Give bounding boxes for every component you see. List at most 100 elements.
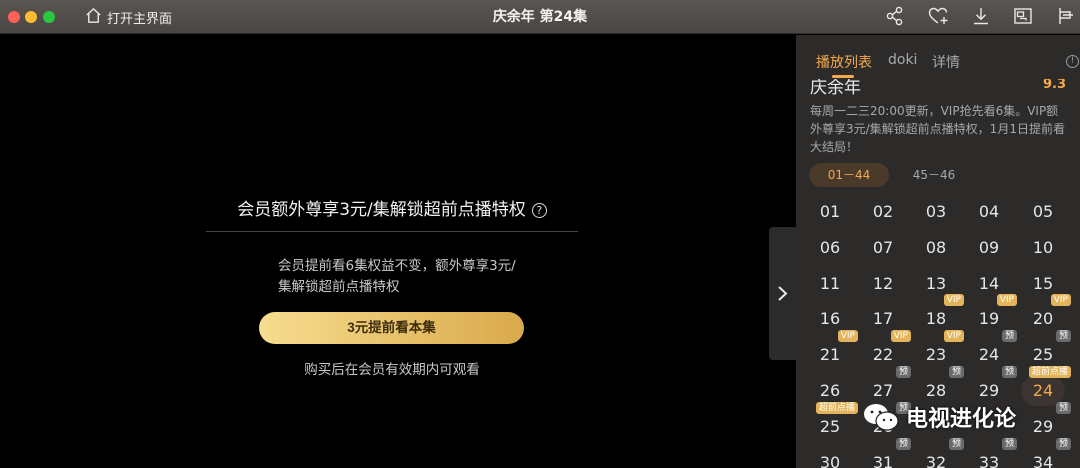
episode-number: 16: [819, 309, 841, 329]
episode-item[interactable]: 34 预: [1021, 437, 1071, 468]
tab-details[interactable]: 详情: [932, 52, 960, 72]
episode-number: 10: [1032, 237, 1054, 257]
episode-number: 05: [1032, 202, 1054, 221]
episode-item[interactable]: 03: [914, 197, 958, 227]
episode-number: 25: [1032, 345, 1054, 365]
minimize-window-button[interactable]: [25, 11, 37, 23]
episode-item[interactable]: 06: [808, 233, 852, 263]
favorite-add-icon[interactable]: [927, 5, 949, 27]
episode-item[interactable]: 30: [808, 448, 852, 468]
episode-number: 23: [925, 345, 947, 365]
preview-badge: 预: [1055, 330, 1071, 343]
title-bar: 打开主界面 庆余年 第24集: [0, 0, 1080, 34]
episode-number: 20: [1032, 309, 1054, 329]
episode-number: 29: [978, 381, 1000, 400]
episode-item[interactable]: 07: [861, 233, 905, 263]
episode-item[interactable]: 12: [861, 269, 905, 299]
episode-number: 12: [872, 273, 894, 293]
episode-number: 34: [1032, 452, 1054, 468]
paywall-title-text: 会员额外尊享3元/集解锁超前点播特权: [237, 200, 526, 220]
preview-badge: 预: [948, 437, 964, 450]
episode-number: 25: [819, 416, 841, 436]
episode-number: 15: [1032, 273, 1054, 293]
episode-item[interactable]: 09: [967, 233, 1011, 263]
episode-item[interactable]: 02: [861, 197, 905, 227]
episode-range-01-44[interactable]: 01－44: [809, 163, 889, 187]
tab-doki[interactable]: doki: [888, 52, 917, 68]
close-window-button[interactable]: [8, 11, 20, 23]
preview-badge: 预: [948, 366, 964, 378]
purchase-note: 购买后在会员有效期内可观看: [304, 362, 480, 378]
preview-badge: 预: [895, 366, 911, 378]
episode-item[interactable]: 05: [1021, 197, 1065, 227]
picture-in-picture-icon[interactable]: [1012, 5, 1034, 27]
episode-number: 03: [925, 202, 947, 221]
episode-number: 22: [872, 345, 894, 365]
download-icon[interactable]: [970, 5, 992, 27]
episode-item[interactable]: 10: [1021, 233, 1065, 263]
vip-badge: VIP: [996, 294, 1017, 307]
open-main-window-button[interactable]: 打开主界面: [84, 6, 172, 28]
episode-number: 26: [819, 381, 841, 400]
video-player[interactable]: 会员额外尊享3元/集解锁超前点播特权? 会员提前看6集权益不变，额外尊享3元/集…: [0, 35, 796, 468]
episode-number: 26: [872, 416, 894, 436]
share-icon[interactable]: [884, 5, 906, 27]
preview-badge: 预: [1001, 330, 1017, 343]
episode-number: 09: [978, 237, 1000, 257]
help-icon[interactable]: ?: [531, 203, 547, 218]
episode-item[interactable]: 25 超前点播: [808, 401, 858, 442]
zoom-window-button[interactable]: [43, 11, 55, 23]
episode-item[interactable]: 32 预: [914, 437, 964, 468]
episode-item[interactable]: 08: [914, 233, 958, 263]
chevron-right-icon: [778, 286, 788, 301]
preview-badge: 预: [895, 437, 911, 450]
episode-item[interactable]: 31 预: [861, 437, 911, 468]
episode-number: 21: [819, 345, 841, 365]
episode-number: 31: [872, 452, 894, 468]
episode-item[interactable]: 11: [808, 269, 852, 299]
active-tab-indicator: [832, 75, 854, 78]
episode-number: 27: [872, 381, 894, 400]
vip-badge: VIP: [890, 330, 911, 343]
episode-item[interactable]: 04: [967, 197, 1011, 227]
episode-number: 02: [872, 202, 894, 221]
episode-number: 14: [978, 273, 1000, 293]
preview-badge: 预: [1001, 437, 1017, 450]
pay-watch-episode-button[interactable]: 3元提前看本集: [259, 312, 524, 344]
episode-number: 24: [1032, 381, 1054, 400]
vip-badge: VIP: [943, 330, 964, 343]
episode-number: 28: [925, 381, 947, 400]
episode-number: 11: [819, 273, 841, 293]
episode-item[interactable]: 33 预: [967, 437, 1017, 468]
episode-item[interactable]: 28 预: [914, 366, 964, 406]
episode-item[interactable]: 21 VIP: [808, 330, 858, 370]
paywall-description: 会员提前看6集权益不变，额外尊享3元/集解锁超前点播特权: [278, 258, 516, 295]
preview-badge: 预: [1055, 401, 1071, 414]
episode-number: 32: [925, 452, 947, 468]
info-icon[interactable]: !: [1066, 55, 1079, 68]
preview-badge: 预: [895, 401, 911, 414]
vip-badge: VIP: [1050, 294, 1071, 307]
episode-number: 19: [978, 309, 1000, 329]
episode-range-45-46[interactable]: 45－46: [900, 163, 968, 187]
pin-icon[interactable]: [1054, 5, 1076, 27]
episode-number: 29: [1032, 416, 1054, 436]
episode-item[interactable]: 01: [808, 197, 852, 227]
episode-number: 07: [872, 237, 894, 257]
episode-number: 13: [925, 273, 947, 293]
home-label: 打开主界面: [107, 11, 173, 27]
episode-number: 17: [872, 309, 894, 329]
preview-badge: 预: [1001, 366, 1017, 378]
episode-number: 01: [819, 202, 841, 221]
episode-number: 04: [978, 202, 1000, 221]
episode-number: 33: [978, 452, 1000, 468]
episode-number: 06: [819, 237, 841, 257]
home-icon: [84, 6, 103, 29]
episode-number: 30: [819, 452, 841, 468]
collapse-sidebar-button[interactable]: [769, 227, 796, 360]
episode-number: 18: [925, 309, 947, 329]
tab-playlist[interactable]: 播放列表: [816, 52, 872, 72]
episode-item[interactable]: 29 预: [967, 366, 1017, 406]
episode-number: 24: [978, 345, 1000, 365]
preview-badge: 预: [1055, 437, 1071, 450]
